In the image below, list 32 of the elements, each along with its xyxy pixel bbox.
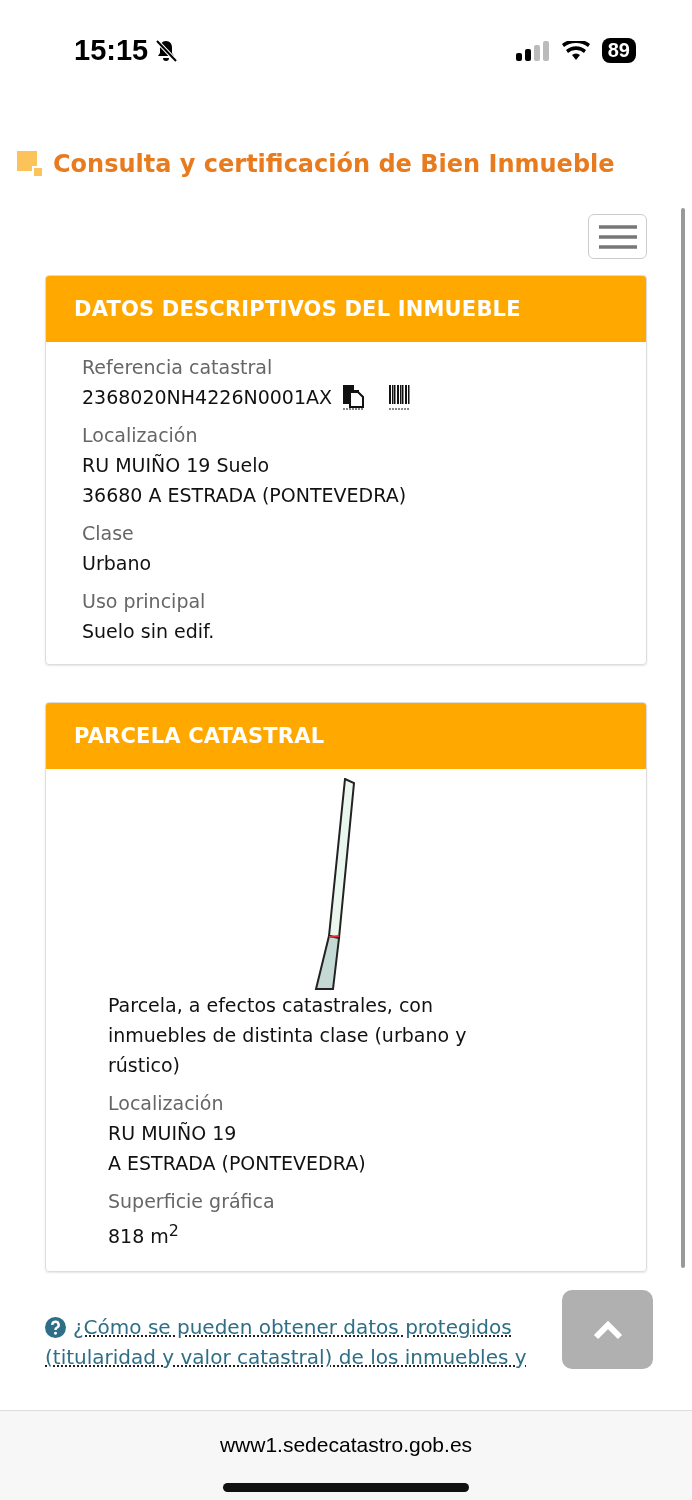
field-label: Localización: [82, 423, 199, 448]
help-icon: [45, 1317, 66, 1339]
field-label: Localización: [108, 1091, 225, 1116]
menu-icon: [598, 224, 637, 249]
field-value: 36680 A ESTRADA (PONTEVEDRA): [82, 483, 408, 508]
card-header: PARCELA CATASTRAL: [46, 703, 646, 769]
help-link[interactable]: ¿Cómo se pueden obtener datos protegidos (titularidad y valor catastral) de los inmuebles y: [45, 1312, 555, 1373]
battery-level: 89: [601, 38, 636, 63]
barcode-icon[interactable]: [388, 384, 411, 410]
field-value: Suelo sin edif.: [82, 619, 216, 644]
field-value: Urbano: [82, 551, 153, 576]
copy-icon[interactable]: [342, 384, 365, 410]
address-bar-url[interactable]: www1.sedecatastro.gob.es: [219, 1433, 473, 1457]
field-label: Superficie gráfica: [108, 1189, 276, 1214]
field-value: A ESTRADA (PONTEVEDRA): [108, 1151, 367, 1176]
field-label: Referencia catastral: [82, 355, 274, 380]
page-title: Consulta y certificación de Bien Inmueble: [53, 150, 615, 178]
field-value: RU MUIÑO 19: [108, 1121, 238, 1146]
signal-icon: [515, 40, 550, 61]
field-value: 2368020NH4226N0001AX: [82, 385, 333, 410]
field-label: Clase: [82, 521, 135, 546]
wifi-icon: [561, 40, 590, 61]
field-label: Uso principal: [82, 589, 207, 614]
field-value: 818 m$^{2}$: [108, 1220, 180, 1250]
field-value: RU MUIÑO 19 Suelo: [82, 453, 271, 478]
clock-time: 15:15: [74, 34, 149, 67]
parcel-description: Parcela, a efectos catastrales, con inmuebles de distinta clase (urbano y rústico): [108, 993, 468, 1078]
chevron-up-icon: [592, 1319, 623, 1340]
menu-button[interactable]: [588, 214, 647, 259]
squares-icon: [17, 151, 43, 177]
card-header: DATOS DESCRIPTIVOS DEL INMUEBLE: [46, 276, 646, 342]
bell-muted-icon: [154, 38, 179, 63]
